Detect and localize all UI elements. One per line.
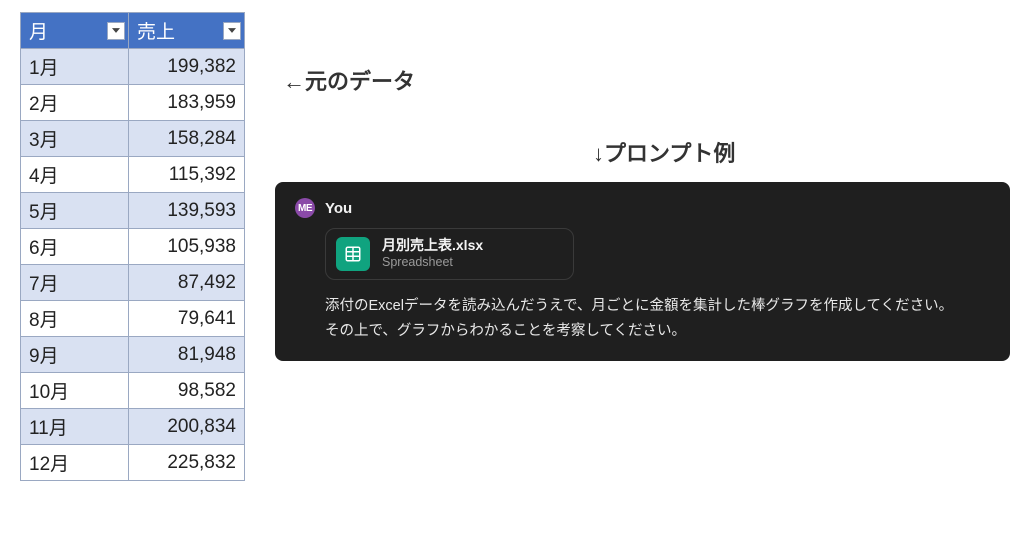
cell-month: 7月	[21, 265, 129, 301]
cell-value: 200,834	[129, 409, 245, 445]
cell-value: 105,938	[129, 229, 245, 265]
attachment-filetype: Spreadsheet	[382, 255, 483, 271]
cell-month: 10月	[21, 373, 129, 409]
attachment-chip[interactable]: 月別売上表.xlsx Spreadsheet	[325, 228, 574, 280]
cell-value: 183,959	[129, 85, 245, 121]
table-row: 6月105,938	[21, 229, 245, 265]
cell-value: 81,948	[129, 337, 245, 373]
sales-table: 月 売上 1月199,382 2月183,959 3	[20, 12, 245, 481]
cell-value: 115,392	[129, 157, 245, 193]
cell-value: 139,593	[129, 193, 245, 229]
cell-value: 199,382	[129, 49, 245, 85]
prompt-line-2: その上で、グラフからわかることを考察してください。	[325, 319, 988, 344]
spreadsheet-icon	[336, 237, 370, 271]
cell-month: 3月	[21, 121, 129, 157]
header-sales-label: 売上	[137, 17, 175, 44]
cell-month: 8月	[21, 301, 129, 337]
cell-month: 11月	[21, 409, 129, 445]
header-month[interactable]: 月	[21, 13, 129, 49]
table-row: 4月115,392	[21, 157, 245, 193]
label-prompt-example: ↓プロンプト例	[593, 136, 735, 168]
avatar: ME	[295, 198, 315, 218]
table-row: 1月199,382	[21, 49, 245, 85]
cell-value: 87,492	[129, 265, 245, 301]
cell-month: 1月	[21, 49, 129, 85]
filter-dropdown-sales-icon[interactable]	[223, 22, 241, 40]
cell-value: 225,832	[129, 445, 245, 481]
prompt-line-1: 添付のExcelデータを読み込んだうえで、月ごとに金額を集計した棒グラフを作成し…	[325, 294, 988, 319]
cell-month: 12月	[21, 445, 129, 481]
sales-table-wrap: 月 売上 1月199,382 2月183,959 3	[20, 12, 245, 481]
table-row: 10月98,582	[21, 373, 245, 409]
header-sales[interactable]: 売上	[129, 13, 245, 49]
sender-name: You	[325, 200, 352, 217]
table-row: 11月200,834	[21, 409, 245, 445]
cell-month: 6月	[21, 229, 129, 265]
table-row: 9月81,948	[21, 337, 245, 373]
table-row: 8月79,641	[21, 301, 245, 337]
table-row: 3月158,284	[21, 121, 245, 157]
table-row: 12月225,832	[21, 445, 245, 481]
cell-month: 2月	[21, 85, 129, 121]
cell-month: 9月	[21, 337, 129, 373]
cell-value: 158,284	[129, 121, 245, 157]
cell-month: 5月	[21, 193, 129, 229]
cell-value: 98,582	[129, 373, 245, 409]
prompt-message: 添付のExcelデータを読み込んだうえで、月ごとに金額を集計した棒グラフを作成し…	[325, 294, 988, 343]
attachment-filename: 月別売上表.xlsx	[382, 237, 483, 255]
label-original-data: ←元のデータ	[283, 64, 415, 96]
cell-value: 79,641	[129, 301, 245, 337]
header-month-label: 月	[29, 17, 48, 44]
table-row: 2月183,959	[21, 85, 245, 121]
table-row: 5月139,593	[21, 193, 245, 229]
cell-month: 4月	[21, 157, 129, 193]
table-row: 7月87,492	[21, 265, 245, 301]
filter-dropdown-month-icon[interactable]	[107, 22, 125, 40]
chat-message-card: ME You 月別売上表.xlsx Spreadsheet	[275, 182, 1010, 361]
